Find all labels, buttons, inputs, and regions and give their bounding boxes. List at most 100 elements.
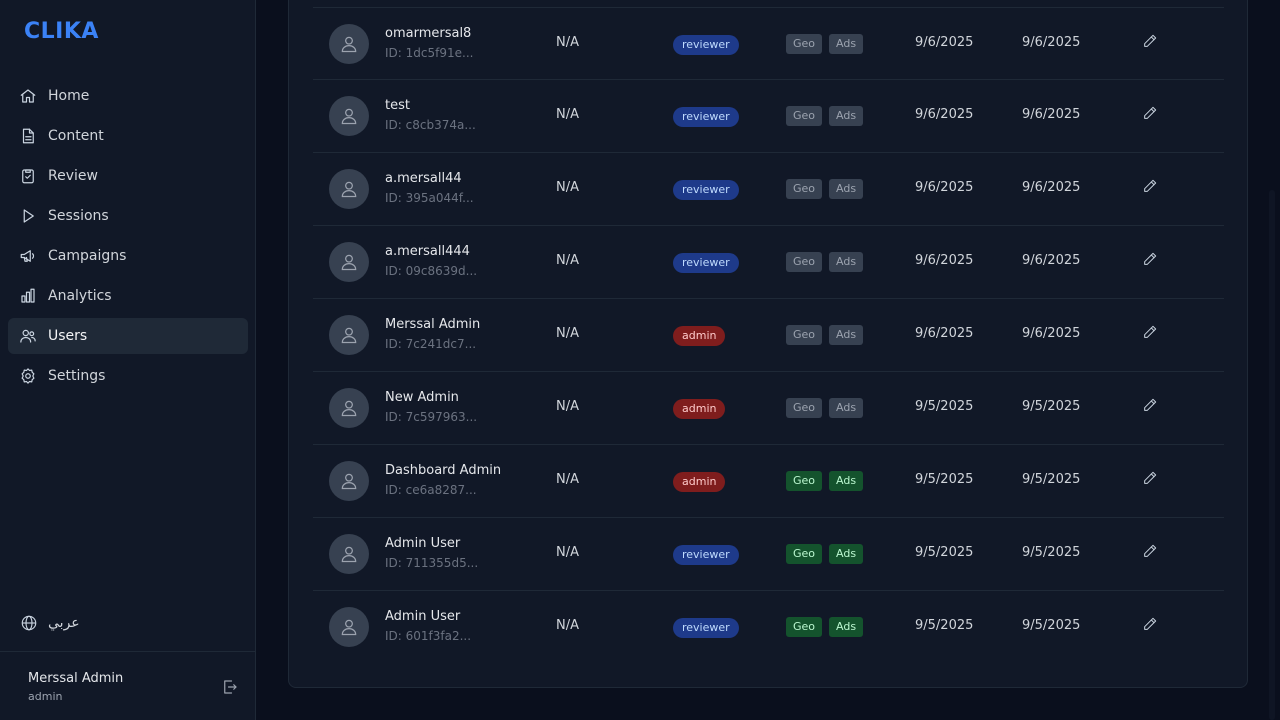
sidebar-item-content[interactable]: Content <box>8 118 248 154</box>
user-name: a.mersall44 <box>385 171 462 186</box>
updated-date: 9/5/2025 <box>1022 618 1081 633</box>
role-badge: admin <box>673 399 726 419</box>
user-id: ID: 1dc5f91e... <box>385 46 474 60</box>
edit-user-button[interactable] <box>1142 178 1160 196</box>
sidebar-item-review[interactable]: Review <box>8 158 248 194</box>
updated-date: 9/5/2025 <box>1022 545 1081 560</box>
geo-permission-badge: Geo <box>786 325 823 345</box>
geo-permission-badge: Geo <box>786 252 823 272</box>
ads-permission-badge: Ads <box>829 106 864 126</box>
geo-permission-badge: Geo <box>786 398 823 418</box>
edit-user-button[interactable] <box>1142 324 1160 342</box>
updated-date: 9/5/2025 <box>1022 399 1081 414</box>
play-icon <box>18 206 38 226</box>
user-icon <box>341 546 357 563</box>
users-table: omarmersal8 ID: 1dc5f91e... N/A reviewer… <box>313 7 1224 664</box>
table-row: Merssal Admin ID: 7c241dc7... N/A admin … <box>313 299 1224 372</box>
table-row: omarmersal8 ID: 1dc5f91e... N/A reviewer… <box>313 7 1224 80</box>
users-icon <box>18 326 38 346</box>
user-phone: N/A <box>556 253 579 268</box>
user-id: ID: c8cb374a... <box>385 118 476 132</box>
ads-permission-badge: Ads <box>829 34 864 54</box>
app-logo[interactable]: CLIKA <box>24 19 99 44</box>
updated-date: 9/5/2025 <box>1022 472 1081 487</box>
user-phone: N/A <box>556 545 579 560</box>
user-id: ID: 395a044f... <box>385 191 474 205</box>
user-phone: N/A <box>556 107 579 122</box>
user-icon <box>341 108 357 125</box>
user-icon <box>341 473 357 490</box>
language-toggle[interactable]: عربي <box>20 614 80 632</box>
sidebar: CLIKA Home Content Review Sessions Campa… <box>0 0 256 720</box>
gear-icon <box>18 366 38 386</box>
ads-permission-badge: Ads <box>829 544 864 564</box>
created-date: 9/6/2025 <box>915 326 974 341</box>
table-row: Admin User ID: 711355d5... N/A reviewer … <box>313 518 1224 591</box>
created-date: 9/6/2025 <box>915 180 974 195</box>
current-user-panel: Merssal Admin admin <box>0 651 256 720</box>
sidebar-item-sessions[interactable]: Sessions <box>8 198 248 234</box>
edit-user-button[interactable] <box>1142 251 1160 269</box>
sidebar-item-users[interactable]: Users <box>8 318 248 354</box>
logout-icon <box>224 680 237 694</box>
ads-permission-badge: Ads <box>829 398 864 418</box>
page-scrollbar[interactable] <box>1269 190 1275 720</box>
pencil-icon <box>1144 398 1157 411</box>
updated-date: 9/6/2025 <box>1022 253 1081 268</box>
sidebar-item-label: Analytics <box>48 288 112 304</box>
users-table-panel: omarmersal8 ID: 1dc5f91e... N/A reviewer… <box>288 0 1248 688</box>
user-phone: N/A <box>556 180 579 195</box>
avatar <box>329 461 369 501</box>
edit-user-button[interactable] <box>1142 33 1160 51</box>
avatar <box>329 242 369 282</box>
geo-permission-badge: Geo <box>786 106 823 126</box>
edit-user-button[interactable] <box>1142 397 1160 415</box>
table-row: test ID: c8cb374a... N/A reviewer Geo Ad… <box>313 80 1224 153</box>
user-icon <box>341 254 357 271</box>
user-icon <box>341 181 357 198</box>
sidebar-item-label: Content <box>48 128 104 144</box>
geo-permission-badge: Geo <box>786 544 823 564</box>
created-date: 9/5/2025 <box>915 618 974 633</box>
edit-user-button[interactable] <box>1142 543 1160 561</box>
role-badge: admin <box>673 472 726 492</box>
sidebar-item-campaigns[interactable]: Campaigns <box>8 238 248 274</box>
bar-chart-icon <box>18 286 38 306</box>
updated-date: 9/6/2025 <box>1022 35 1081 50</box>
created-date: 9/5/2025 <box>915 545 974 560</box>
avatar <box>329 534 369 574</box>
user-phone: N/A <box>556 472 579 487</box>
user-name: Dashboard Admin <box>385 463 502 478</box>
document-icon <box>18 126 38 146</box>
user-id: ID: 09c8639d... <box>385 264 478 278</box>
pencil-icon <box>1144 106 1157 119</box>
current-user-role: admin <box>28 690 63 703</box>
table-row: New Admin ID: 7c597963... N/A admin Geo … <box>313 372 1224 445</box>
logout-button[interactable] <box>221 678 239 696</box>
pencil-icon <box>1144 252 1157 265</box>
user-phone: N/A <box>556 35 579 50</box>
user-id: ID: 7c597963... <box>385 410 478 424</box>
edit-user-button[interactable] <box>1142 616 1160 634</box>
edit-user-button[interactable] <box>1142 105 1160 123</box>
sidebar-item-label: Review <box>48 168 98 184</box>
avatar <box>329 607 369 647</box>
user-icon <box>341 327 357 344</box>
geo-permission-badge: Geo <box>786 617 823 637</box>
user-id: ID: ce6a8287... <box>385 483 477 497</box>
edit-user-button[interactable] <box>1142 470 1160 488</box>
created-date: 9/5/2025 <box>915 399 974 414</box>
table-row: Dashboard Admin ID: ce6a8287... N/A admi… <box>313 445 1224 518</box>
user-icon <box>341 400 357 417</box>
sidebar-item-settings[interactable]: Settings <box>8 358 248 394</box>
table-row: a.mersall44 ID: 395a044f... N/A reviewer… <box>313 153 1224 226</box>
sidebar-item-label: Home <box>48 88 90 104</box>
role-badge: reviewer <box>673 545 739 565</box>
geo-permission-badge: Geo <box>786 179 823 199</box>
avatar <box>329 96 369 136</box>
sidebar-item-home[interactable]: Home <box>8 78 248 114</box>
pencil-icon <box>1144 471 1157 484</box>
ads-permission-badge: Ads <box>829 252 864 272</box>
sidebar-item-analytics[interactable]: Analytics <box>8 278 248 314</box>
user-icon <box>341 619 357 636</box>
